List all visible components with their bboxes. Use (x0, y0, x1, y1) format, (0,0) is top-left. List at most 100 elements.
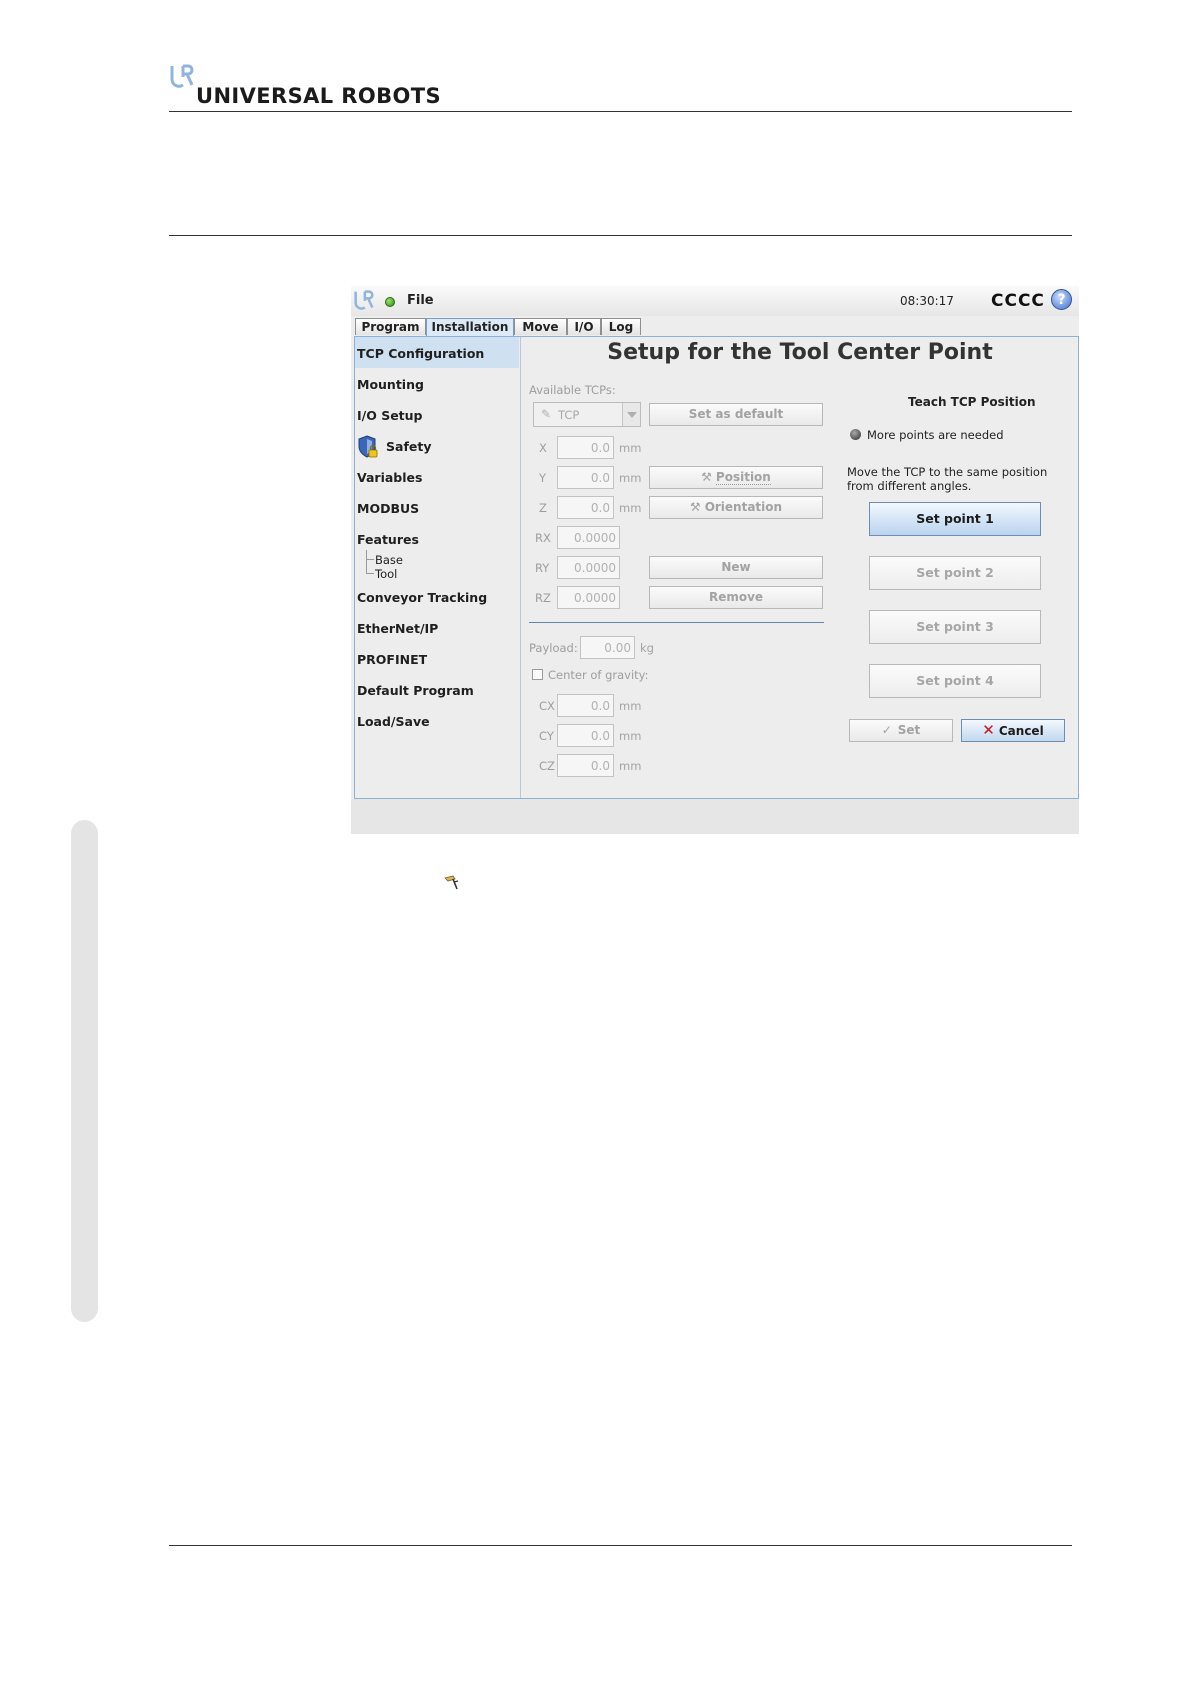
file-menu[interactable]: File (407, 293, 434, 308)
cog-label-cx: CX (539, 699, 555, 713)
set-button-label: Set (897, 723, 921, 737)
nav-item-conveyor-tracking[interactable]: Conveyor Tracking (357, 590, 487, 605)
coord-rz-field[interactable]: 0.0000 (557, 586, 620, 609)
installation-panel: TCP Configuration Mounting I/O Setup Saf… (354, 336, 1079, 799)
tree-connector (366, 573, 374, 574)
clock: 08:30:17 (900, 294, 954, 308)
polyscope-screenshot: File 08:30:17 CCCC ? Program Installatio… (351, 286, 1079, 834)
cancel-button-label: Cancel (998, 724, 1044, 738)
teach-instructions: Move the TCP to the same position from d… (847, 465, 1057, 493)
tab-log[interactable]: Log (601, 318, 641, 335)
nav-item-tcp-configuration[interactable]: TCP Configuration (357, 346, 484, 361)
cog-cz-unit: mm (619, 759, 642, 773)
section-rule (169, 235, 1072, 236)
status-indicator-icon (850, 429, 861, 440)
set-as-default-button[interactable]: Set as default (649, 403, 823, 426)
nav-item-default-program[interactable]: Default Program (357, 683, 474, 698)
coord-label-rz: RZ (535, 591, 551, 605)
set-point-2-button[interactable]: Set point 2 (869, 556, 1041, 590)
nav-item-feature-base[interactable]: Base (375, 553, 403, 567)
available-tcps-label: Available TCPs: (529, 383, 616, 397)
new-tcp-button[interactable]: New (649, 556, 823, 579)
coord-label-z: Z (539, 501, 547, 515)
nav-item-feature-tool[interactable]: Tool (375, 567, 397, 581)
position-button[interactable]: ⚒ Position (649, 466, 823, 489)
coord-label-y: Y (539, 471, 547, 485)
tcp-select[interactable]: ✎ TCP (533, 402, 641, 427)
robot-name: CCCC (991, 291, 1045, 311)
tab-installation[interactable]: Installation (426, 318, 514, 337)
nav-item-safety[interactable]: Safety (386, 439, 431, 454)
teach-instructions-line-2: from different angles. (847, 479, 972, 493)
coord-rx-field[interactable]: 0.0000 (557, 526, 620, 549)
cog-cz-field[interactable]: 0.0 (557, 754, 614, 777)
nav-item-variables[interactable]: Variables (357, 470, 422, 485)
coord-x-unit: mm (619, 441, 642, 455)
nav-item-io-setup[interactable]: I/O Setup (357, 408, 423, 423)
remove-tcp-button[interactable]: Remove (649, 586, 823, 609)
orientation-button[interactable]: ⚒ Orientation (649, 496, 823, 519)
tree-connector (366, 559, 374, 560)
cog-label-cz: CZ (539, 759, 555, 773)
cog-cy-field[interactable]: 0.0 (557, 724, 614, 747)
safety-shield-lock-icon (358, 435, 378, 458)
cog-cx-unit: mm (619, 699, 642, 713)
nav-item-ethernet-ip[interactable]: EtherNet/IP (357, 621, 438, 636)
help-icon[interactable]: ? (1051, 289, 1072, 310)
coord-z-unit: mm (619, 501, 642, 515)
center-of-gravity-checkbox[interactable] (532, 669, 543, 680)
check-icon: ✓ (881, 723, 892, 737)
chevron-down-icon[interactable] (622, 403, 640, 426)
bottom-bar (351, 799, 1079, 834)
cancel-button[interactable]: ✕ Cancel (961, 719, 1065, 742)
ur-logo-icon (170, 64, 194, 88)
points-status-text: More points are needed (867, 428, 1004, 442)
coord-label-rx: RX (535, 531, 551, 545)
tab-io[interactable]: I/O (567, 318, 601, 335)
coord-label-x: X (539, 441, 547, 455)
close-icon: ✕ (982, 721, 995, 739)
coord-ry-field[interactable]: 0.0000 (557, 556, 620, 579)
footer-rule (169, 1545, 1072, 1546)
coord-y-field[interactable]: 0.0 (557, 466, 614, 489)
set-point-1-button[interactable]: Set point 1 (869, 502, 1041, 536)
ur-logo-icon (354, 290, 374, 310)
set-button[interactable]: ✓ Set (849, 719, 953, 742)
coord-y-unit: mm (619, 471, 642, 485)
center-of-gravity-label: Center of gravity: (548, 668, 649, 682)
coord-label-ry: RY (535, 561, 550, 575)
nav-item-features[interactable]: Features (357, 532, 419, 547)
payload-unit: kg (640, 641, 654, 655)
tab-move[interactable]: Move (514, 318, 567, 335)
cog-cy-unit: mm (619, 729, 642, 743)
section-divider (529, 622, 824, 623)
top-bar: File 08:30:17 CCCC ? (351, 286, 1079, 316)
set-point-4-button[interactable]: Set point 4 (869, 664, 1041, 698)
installation-nav: TCP Configuration Mounting I/O Setup Saf… (355, 337, 521, 798)
robot-status-icon (385, 297, 395, 307)
tool-icon: ⚒ (689, 500, 701, 514)
brand-name: UNIVERSAL ROBOTS (196, 84, 442, 108)
cog-label-cy: CY (539, 729, 554, 743)
nav-item-mounting[interactable]: Mounting (357, 377, 424, 392)
set-point-3-button[interactable]: Set point 3 (869, 610, 1041, 644)
teach-tcp-title: Teach TCP Position (908, 395, 1036, 409)
nav-item-load-save[interactable]: Load/Save (357, 714, 430, 729)
coord-x-field[interactable]: 0.0 (557, 436, 614, 459)
payload-label: Payload: (529, 641, 578, 655)
position-button-label: Position (715, 470, 771, 485)
nav-item-profinet[interactable]: PROFINET (357, 652, 427, 667)
page-title: Setup for the Tool Center Point (607, 340, 993, 365)
orientation-button-label: Orientation (704, 500, 783, 514)
coord-z-field[interactable]: 0.0 (557, 496, 614, 519)
tcp-wrench-icon: ✎ (541, 407, 552, 421)
chapter-side-tab (71, 820, 98, 1322)
tcp-tool-icon (444, 875, 459, 890)
payload-field[interactable]: 0.00 (580, 636, 635, 659)
nav-item-modbus[interactable]: MODBUS (357, 501, 419, 516)
cog-cx-field[interactable]: 0.0 (557, 694, 614, 717)
teach-instructions-line-1: Move the TCP to the same position (847, 465, 1048, 479)
tab-program[interactable]: Program (355, 318, 426, 335)
tcp-select-value: TCP (558, 408, 580, 422)
tree-connector (366, 550, 367, 573)
